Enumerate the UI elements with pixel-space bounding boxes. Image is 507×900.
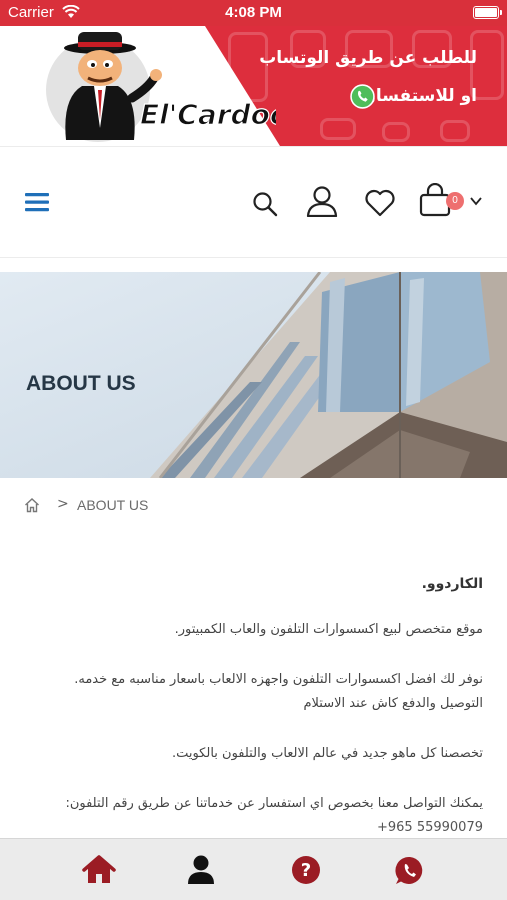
about-title: الكاردوو. bbox=[421, 576, 483, 592]
banner-cta-line2: او للاستفسار bbox=[366, 86, 477, 106]
about-content: الكاردوو. موقع متخصص لبيع اكسسوارات التل… bbox=[23, 572, 483, 840]
home-icon[interactable] bbox=[24, 497, 40, 513]
whatsapp-icon[interactable] bbox=[350, 84, 375, 109]
cart-count-badge: 0 bbox=[446, 192, 464, 210]
tab-whatsapp[interactable] bbox=[380, 839, 440, 900]
about-paragraph: موقع متخصص لبيع اكسسوارات التلفون والعاب… bbox=[174, 622, 483, 637]
phone-number-row: +965 55990079 bbox=[23, 816, 483, 840]
tab-home[interactable] bbox=[68, 839, 128, 900]
banner-phone-graphic bbox=[382, 122, 410, 142]
about-paragraph: التوصيل والدفع كاش عند الاستلام bbox=[303, 696, 483, 711]
banner-phone-graphic bbox=[440, 120, 470, 142]
whatsapp-icon bbox=[395, 856, 423, 884]
breadcrumb-current: ABOUT US bbox=[77, 497, 149, 513]
svg-text:?: ? bbox=[301, 860, 311, 881]
about-paragraph: يمكنك التواصل معنا بخصوص اي استفسار عن خ… bbox=[65, 796, 483, 811]
chevron-down-icon[interactable] bbox=[470, 197, 482, 206]
breadcrumb-separator: > bbox=[57, 496, 69, 512]
banner-phone-graphic bbox=[320, 118, 356, 140]
page-title: ABOUT US bbox=[26, 372, 136, 395]
heart-icon[interactable] bbox=[364, 189, 396, 217]
home-icon bbox=[82, 855, 116, 883]
user-icon[interactable] bbox=[306, 185, 338, 217]
user-icon bbox=[188, 855, 214, 884]
search-icon[interactable] bbox=[252, 191, 278, 217]
clock: 4:08 PM bbox=[225, 4, 282, 21]
header-navbar bbox=[0, 146, 507, 258]
tab-help[interactable]: ? bbox=[276, 839, 336, 900]
hamburger-menu-icon[interactable] bbox=[25, 192, 49, 212]
phone-number-link[interactable]: +965 55990079 bbox=[23, 816, 483, 840]
tab-account[interactable] bbox=[172, 839, 232, 900]
status-bar: Carrier 4:08 PM bbox=[0, 0, 507, 26]
help-icon: ? bbox=[292, 856, 320, 884]
logo-wordmark: El'Cardoo bbox=[140, 98, 276, 131]
bottom-tab-bar: ? bbox=[0, 838, 507, 900]
elcardoo-logo[interactable]: El'Cardoo bbox=[36, 28, 276, 144]
promo-banner[interactable]: El'Cardoo للطلب عن طريق الوتساب او للاست… bbox=[0, 26, 507, 146]
about-paragraph: نوفر لك افضل اكسسوارات التلفون واجهزه ال… bbox=[74, 672, 483, 687]
banner-cta-line1: للطلب عن طريق الوتساب bbox=[259, 48, 477, 68]
battery-icon bbox=[473, 6, 502, 19]
about-paragraph: تخصصنا كل ماهو جديد في عالم الالعاب والت… bbox=[171, 746, 483, 761]
